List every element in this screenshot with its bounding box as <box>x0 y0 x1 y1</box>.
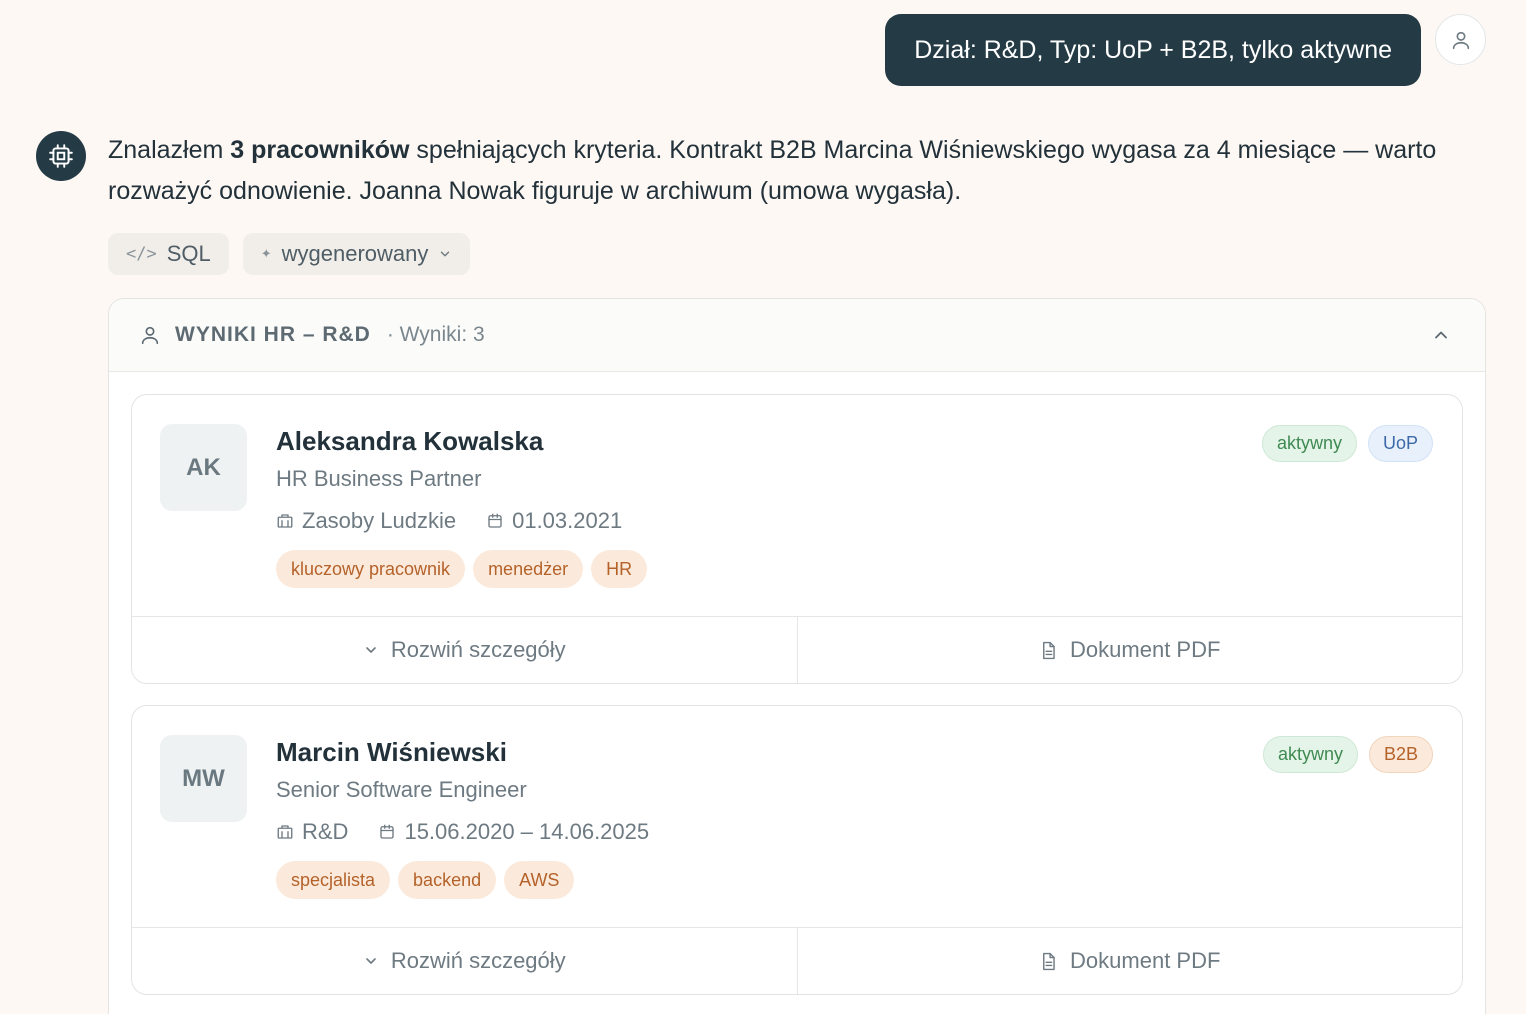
results-count: · Wyniki: 3 <box>386 323 485 346</box>
card-actions: Rozwiń szczegóły Dokument PDF <box>132 927 1462 994</box>
document-icon <box>1043 641 1055 659</box>
employee-badges: aktywny UoP <box>1261 425 1433 462</box>
user-icon <box>1452 31 1469 49</box>
employee-card: AK Aleksandra Kowalska HR Business Partn… <box>131 394 1463 684</box>
chevron-up-icon <box>1435 331 1447 339</box>
user-message-bubble: Dział: R&D, Typ: UoP + B2B, tylko aktywn… <box>885 14 1421 86</box>
employee-department: R&D <box>302 819 349 844</box>
cpu-icon <box>49 144 73 168</box>
employee-name: Aleksandra Kowalska <box>276 426 544 456</box>
contract-badge: UoP <box>1367 425 1433 462</box>
card-actions: Rozwiń szczegóły Dokument PDF <box>132 616 1462 683</box>
status-badge: aktywny <box>1262 736 1358 773</box>
user-icon <box>141 326 159 345</box>
employee-tag: specjalista <box>276 861 391 899</box>
user-avatar <box>1435 14 1486 65</box>
employee-role: HR Business Partner <box>276 466 482 491</box>
generated-chip-label: wygenerowany <box>281 241 429 266</box>
employee-meta: R&D 15.06.2020 – 14.06.2025 <box>276 819 649 845</box>
status-badge: aktywny <box>1261 425 1357 462</box>
employee-meta: Zasoby Ludzkie 01.03.2021 <box>276 508 622 534</box>
calendar-icon <box>380 824 395 839</box>
building-icon <box>277 514 293 528</box>
employee-tag: backend <box>398 861 497 899</box>
chevron-down-icon <box>366 647 376 653</box>
sparkle-icon: ✦ <box>260 246 272 261</box>
expand-details-button[interactable]: Rozwiń szczegóły <box>132 617 797 683</box>
pdf-document-button[interactable]: Dokument PDF <box>796 617 1463 683</box>
employee-badges: aktywny B2B <box>1262 736 1433 773</box>
calendar-icon <box>488 513 502 528</box>
employee-date: 15.06.2020 – 14.06.2025 <box>404 819 650 844</box>
code-icon: </> <box>126 244 157 264</box>
contract-badge: B2B <box>1368 736 1433 773</box>
employee-tag: AWS <box>504 861 575 899</box>
message-chips: </> SQL ✦ wygenerowany <box>108 233 471 275</box>
employee-tag: menedżer <box>473 550 584 588</box>
employee-tags: specjalista backend AWS <box>276 861 575 899</box>
employee-card: MW Marcin Wiśniewski Senior Software Eng… <box>131 705 1463 995</box>
employee-tags: kluczowy pracownik menedżer HR <box>276 550 648 588</box>
employee-date: 01.03.2021 <box>512 508 623 533</box>
building-icon <box>277 825 293 839</box>
sql-chip-label: SQL <box>166 241 211 266</box>
employee-tag: HR <box>591 550 648 588</box>
collapse-button[interactable] <box>1431 325 1451 345</box>
user-message-text: Dział: R&D, Typ: UoP + B2B, tylko aktywn… <box>914 35 1392 64</box>
results-panel: WYNIKI HR – R&D · Wyniki: 3 AK Aleksandr… <box>108 298 1486 1014</box>
employee-tag: kluczowy pracownik <box>276 550 466 588</box>
result-count-highlight: 3 pracowników <box>230 136 410 164</box>
employee-name: Marcin Wiśniewski <box>276 737 507 767</box>
assistant-message-text: Znalazłem 3 pracowników spełniających kr… <box>108 136 1437 205</box>
document-icon <box>1043 952 1055 970</box>
chat-page: Dział: R&D, Typ: UoP + B2B, tylko aktywn… <box>0 0 1526 1014</box>
employee-avatar: AK <box>160 424 247 511</box>
assistant-avatar <box>36 131 86 181</box>
chevron-down-icon <box>441 251 450 257</box>
employee-role: Senior Software Engineer <box>276 777 527 802</box>
chevron-down-icon <box>366 958 376 964</box>
generated-chip[interactable]: ✦ wygenerowany <box>242 233 471 275</box>
results-panel-header[interactable]: WYNIKI HR – R&D · Wyniki: 3 <box>109 299 1485 372</box>
results-title: WYNIKI HR – R&D <box>175 323 371 346</box>
expand-details-button[interactable]: Rozwiń szczegóły <box>132 928 797 994</box>
employee-department: Zasoby Ludzkie <box>302 508 457 533</box>
sql-chip[interactable]: </> SQL <box>108 233 229 275</box>
pdf-document-button[interactable]: Dokument PDF <box>796 928 1463 994</box>
employee-avatar: MW <box>160 735 247 822</box>
